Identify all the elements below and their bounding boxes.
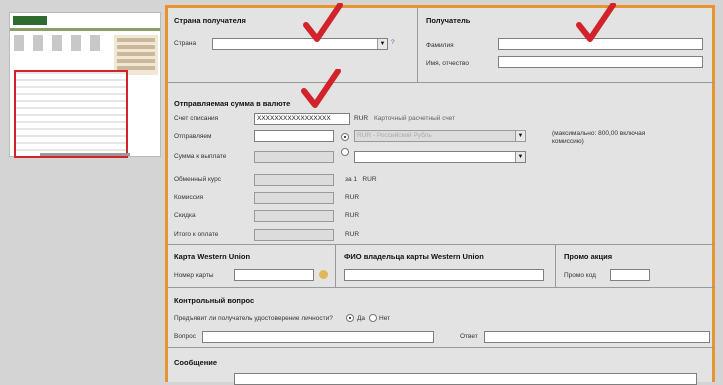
- checkmark-icon: [576, 3, 616, 42]
- debit-account-input[interactable]: XXXXXXXXXXXXXXXXX: [254, 113, 350, 125]
- thumb-footer: [40, 153, 130, 156]
- rate-input: [254, 174, 334, 186]
- chevron-down-icon[interactable]: ▼: [377, 39, 387, 49]
- id-question-prompt: Предъявит ли получатель удостоверение ли…: [174, 315, 333, 322]
- debit-account-label: Счет списания: [174, 115, 219, 122]
- total-label: Итого к оплате: [174, 231, 219, 238]
- question-input[interactable]: [202, 331, 434, 343]
- wu-holder-section: ФИО владельца карты Western Union: [336, 245, 556, 288]
- answer-label: Ответ: [460, 333, 478, 340]
- control-question-section: Контрольный вопрос Предъявит ли получате…: [168, 288, 715, 348]
- wu-holder-title: ФИО владельца карты Western Union: [344, 252, 484, 261]
- send-amount-input[interactable]: [254, 130, 334, 142]
- total-currency: RUR: [345, 231, 360, 238]
- message-title: Сообщение: [174, 358, 218, 367]
- wu-card-section: Карта Western Union Номер карты: [168, 245, 336, 288]
- promo-section: Промо акция Промо код: [556, 245, 715, 288]
- commission-currency: RUR: [345, 194, 360, 201]
- id-no-label: Нет: [379, 315, 391, 322]
- checkmark-icon: [303, 3, 343, 42]
- payout-input[interactable]: [254, 151, 334, 163]
- discount-currency: RUR: [345, 212, 360, 219]
- payout-label: Сумма к выплате: [174, 153, 227, 160]
- payout-currency-select[interactable]: ▼: [354, 151, 526, 163]
- name-label: Имя, отчество: [426, 60, 469, 67]
- commission-input: [254, 192, 334, 204]
- info-icon[interactable]: [319, 270, 328, 279]
- send-currency-select[interactable]: RUR - Российский Рубль ▼: [354, 130, 526, 142]
- surname-label: Фамилия: [426, 42, 454, 49]
- page-thumbnail: [9, 12, 161, 158]
- question-label: Вопрос: [174, 333, 196, 340]
- card-number-input[interactable]: [234, 269, 314, 281]
- payout-currency-radio[interactable]: [341, 148, 349, 156]
- name-input[interactable]: [498, 56, 703, 68]
- commission-label: Комиссия: [174, 194, 204, 201]
- total-input: [254, 229, 334, 241]
- discount-label: Скидка: [174, 212, 196, 219]
- send-currency-radio[interactable]: [341, 133, 349, 141]
- chevron-down-icon[interactable]: ▼: [515, 131, 525, 141]
- wu-holder-input[interactable]: [344, 269, 544, 281]
- message-section: Сообщение: [168, 348, 715, 385]
- debit-account-type: Карточный расчетный счет: [374, 115, 456, 122]
- recipient-country-title: Страна получателя: [174, 16, 246, 25]
- answer-input[interactable]: [484, 331, 710, 343]
- recipient-country-section: Страна получателя Страна ▼ ?: [168, 8, 418, 83]
- thumb-highlight-frame: [14, 70, 128, 158]
- sent-amount-section: Отправляемая сумма в валюте Счет списани…: [168, 83, 715, 245]
- thumb-nav: [14, 35, 109, 51]
- control-question-title: Контрольный вопрос: [174, 296, 255, 305]
- debit-currency: RUR: [354, 115, 369, 122]
- sent-amount-title: Отправляемая сумма в валюте: [174, 99, 291, 108]
- rate-label: Обменный курс: [174, 176, 221, 183]
- help-icon[interactable]: ?: [391, 39, 395, 46]
- checkmark-icon: [301, 69, 341, 108]
- chevron-down-icon[interactable]: ▼: [515, 152, 525, 162]
- thumb-logo: [13, 16, 47, 25]
- id-yes-label: Да: [357, 315, 366, 322]
- country-label: Страна: [174, 40, 197, 47]
- wu-card-title: Карта Western Union: [174, 252, 251, 261]
- send-label: Отправляем: [174, 133, 212, 140]
- recipient-section: Получатель Фамилия Имя, отчество: [418, 8, 715, 83]
- thumb-side-box: [114, 35, 158, 75]
- id-no-radio[interactable]: [369, 314, 377, 322]
- recipient-title: Получатель: [426, 16, 471, 25]
- message-input[interactable]: [234, 373, 697, 385]
- card-number-label: Номер карты: [174, 272, 214, 279]
- promo-code-label: Промо код: [564, 272, 596, 279]
- discount-input: [254, 210, 334, 222]
- thumb-menu-bar: [10, 28, 160, 31]
- id-yes-radio[interactable]: [346, 314, 354, 322]
- promo-code-input[interactable]: [610, 269, 650, 281]
- rate-note: за 1 RUR: [345, 176, 377, 183]
- promo-title: Промо акция: [564, 252, 613, 261]
- transfer-form: Страна получателя Страна ▼ ? Получатель …: [165, 3, 715, 385]
- country-select[interactable]: ▼: [212, 38, 388, 50]
- max-note: (максимально: 800,00 включая комиссию): [552, 130, 646, 145]
